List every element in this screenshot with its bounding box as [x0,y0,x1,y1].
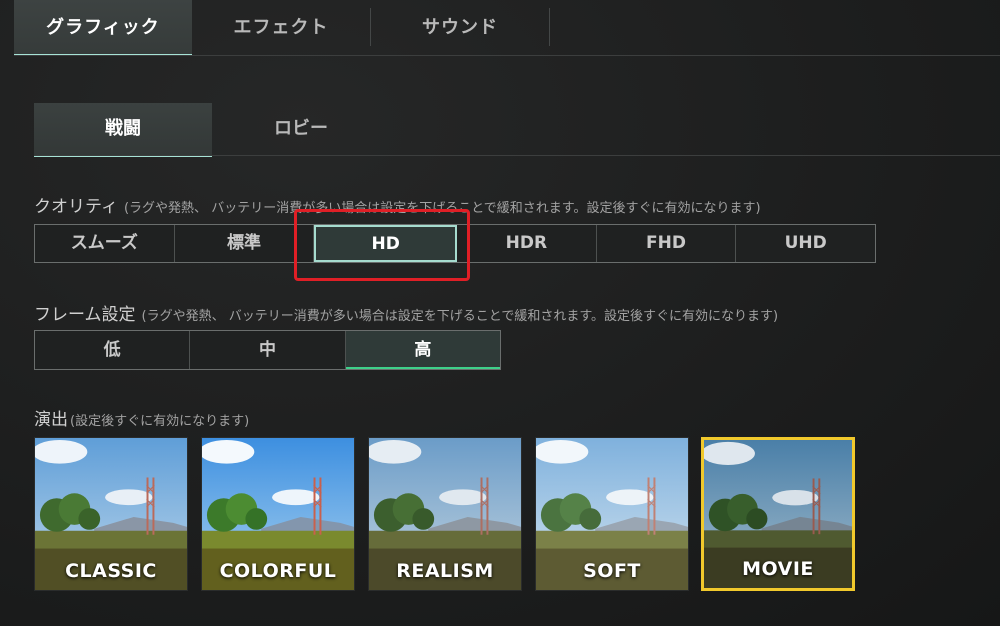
subtab-battle[interactable]: 戦闘 [34,103,212,157]
style-section-title: 演出 (設定後すぐに有効になります) [34,405,249,430]
tab-effects[interactable]: エフェクト [192,0,370,54]
quality-option-smooth[interactable]: スムーズ [35,225,175,262]
style-label-colorful: COLORFUL [219,560,337,582]
frame-option-medium[interactable]: 中 [190,331,346,369]
tab-divider [549,8,550,46]
quality-option-hdr[interactable]: HDR [457,225,597,262]
style-label-realism: REALISM [396,560,494,582]
sub-tab-underline [34,155,1000,156]
style-label-soft: SOFT [583,560,641,582]
frame-section-title: フレーム設定 (ラグや発熱、 バッテリー消費が多い場合は設定を下げることで緩和され… [34,300,778,325]
style-option-soft[interactable]: SOFT [535,437,689,591]
style-title: 演出 [34,410,68,430]
style-note: (設定後すぐに有効になります) [70,414,250,429]
sub-tab-bar: 戦闘 ロビー [34,103,1000,157]
frame-option-low[interactable]: 低 [35,331,191,369]
frame-note: (ラグや発熱、 バッテリー消費が多い場合は設定を下げることで緩和されます。設定後… [141,309,779,324]
quality-option-uhd[interactable]: UHD [736,225,875,262]
top-tab-underline [14,55,1000,56]
style-label-classic: CLASSIC [65,560,157,582]
frame-title: フレーム設定 [34,305,136,325]
style-option-movie[interactable]: MOVIE [701,437,855,591]
tab-graphics[interactable]: グラフィック [14,0,192,56]
hd-highlight-box [294,209,470,281]
quality-title: クオリティ [34,197,118,217]
style-option-classic[interactable]: CLASSIC [34,437,188,591]
top-tab-bar: グラフィック エフェクト サウンド [14,0,1000,56]
tab-sound[interactable]: サウンド [371,0,549,54]
frame-selector: 低 中 高 [34,330,501,370]
subtab-lobby[interactable]: ロビー [212,103,390,155]
frame-option-high[interactable]: 高 [345,331,500,369]
style-option-colorful[interactable]: COLORFUL [201,437,355,591]
style-label-movie: MOVIE [742,558,814,580]
style-option-realism[interactable]: REALISM [368,437,522,591]
quality-option-fhd[interactable]: FHD [597,225,737,262]
